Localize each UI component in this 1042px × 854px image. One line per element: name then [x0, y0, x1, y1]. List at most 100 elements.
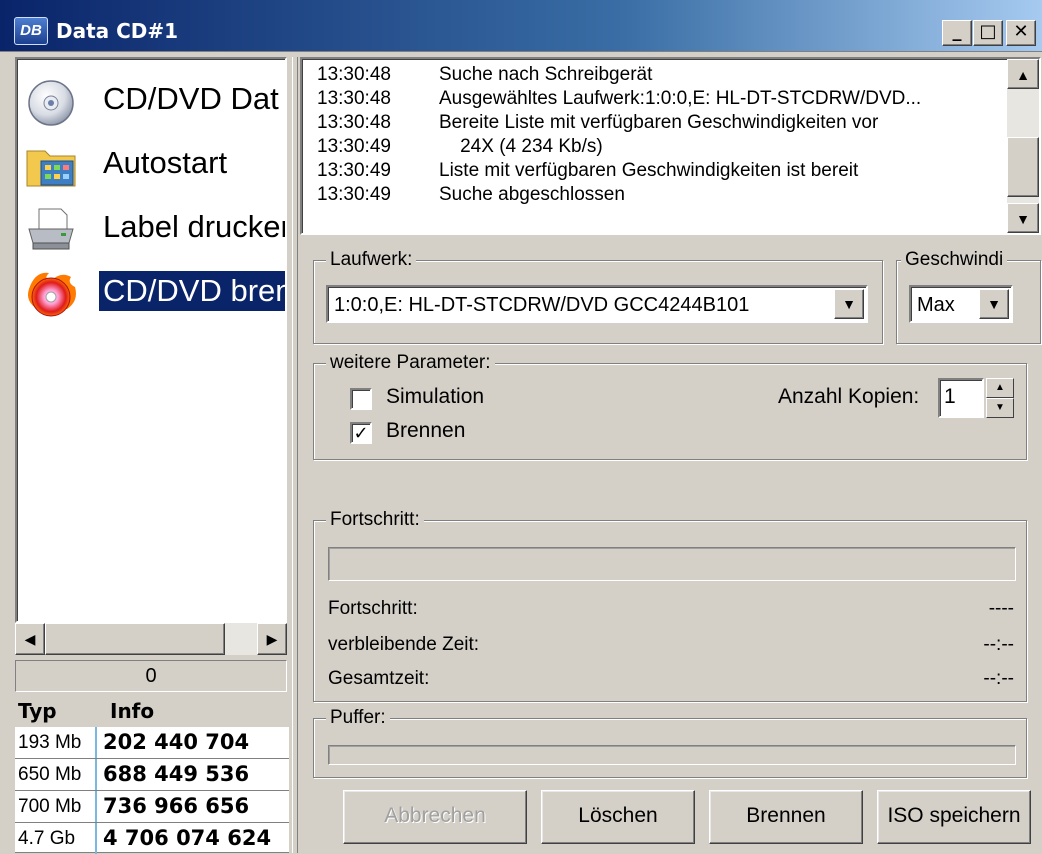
triangle-right-icon: ▶ [266, 631, 278, 647]
log-time: 13:30:49 [317, 160, 391, 181]
progress-row-value: ---- [988, 598, 1014, 619]
project-nav-list[interactable]: CD/DVD Dat Autostart Label drucker CD/DV… [15, 57, 287, 623]
buffer-group: Puffer: [313, 706, 1027, 778]
minimize-button[interactable]: _ [942, 20, 972, 46]
nav-item-label: CD/DVD bren [99, 271, 285, 311]
cell-type: 700 Mb [15, 791, 97, 822]
checkmark-icon: ✓ [353, 423, 369, 443]
log-vertical-scrollbar[interactable]: ▲ ▼ [1007, 59, 1039, 233]
scroll-left-button[interactable]: ◀ [15, 623, 45, 655]
cell-type: 193 Mb [15, 727, 97, 758]
total-time-value: --:-- [983, 668, 1014, 689]
scroll-right-button[interactable]: ▶ [257, 623, 287, 655]
burn-button[interactable]: Brennen [709, 790, 863, 844]
scroll-up-button[interactable]: ▲ [1007, 59, 1039, 89]
title-bar[interactable]: DB Data CD#1 _ □ ✕ [0, 0, 1042, 52]
printer-icon [28, 208, 74, 250]
log-message: 24X (4 234 Kb/s) [439, 136, 603, 157]
progress-group-label: Fortschritt: [326, 508, 424, 532]
drive-select-value: 1:0:0,E: HL-DT-STCDRW/DVD GCC4244B101 [334, 294, 750, 316]
log-message: Bereite Liste mit verfügbaren Geschwindi… [439, 112, 879, 133]
disc-size-table: Typ Info 193 Mb 202 440 704 650 Mb 688 4… [15, 695, 289, 854]
speed-dropdown-button[interactable]: ▼ [979, 289, 1009, 319]
log-time: 13:30:48 [317, 88, 391, 109]
copies-decrement-button[interactable]: ▼ [986, 398, 1014, 418]
simulation-label: Simulation [386, 385, 485, 408]
cell-info: 4 706 074 624 [103, 826, 272, 850]
burn-disc-icon [28, 272, 76, 317]
drive-dropdown-button[interactable]: ▼ [834, 289, 864, 319]
buffer-group-label: Puffer: [326, 706, 390, 730]
panel-splitter[interactable] [292, 57, 298, 853]
log-panel[interactable]: 13:30:48 Suche nach Schreibgerät 13:30:48… [300, 57, 1041, 235]
item-counter: 0 [15, 660, 287, 692]
remaining-time-label: verbleibende Zeit: [328, 634, 480, 655]
nav-item-autostart[interactable]: Autostart [17, 131, 285, 197]
remaining-time-value: --:-- [983, 634, 1014, 655]
window-title: Data CD#1 [56, 19, 179, 43]
cancel-button[interactable]: Abbrechen [343, 790, 527, 844]
progress-group: Fortschritt: Fortschritt: ---- verbleibe… [313, 508, 1027, 702]
copies-increment-button[interactable]: ▲ [986, 378, 1014, 398]
log-time: 13:30:48 [317, 112, 391, 133]
progress-bar [328, 547, 1016, 581]
clear-button[interactable]: Löschen [541, 790, 695, 844]
maximize-icon: □ [979, 21, 997, 42]
speed-select-value: Max [917, 294, 955, 316]
simulation-checkbox[interactable] [350, 388, 372, 410]
total-time-label: Gesamtzeit: [328, 668, 430, 689]
buffer-bar [328, 745, 1016, 765]
burn-checkbox[interactable]: ✓ [350, 422, 372, 444]
log-time: 13:30:49 [317, 184, 391, 205]
scroll-down-button[interactable]: ▼ [1007, 203, 1039, 233]
speed-group-label: Geschwindi [901, 248, 1008, 272]
minimize-icon: _ [952, 21, 962, 42]
cell-type: 650 Mb [15, 759, 97, 790]
nav-item-label-print[interactable]: Label drucker [17, 195, 287, 261]
nav-item-cd-dvd-data[interactable]: CD/DVD Dat [17, 67, 285, 133]
chevron-down-icon: ▼ [842, 296, 856, 312]
nav-item-label: Label drucker [103, 209, 287, 244]
speed-select[interactable]: Max ▼ [909, 285, 1013, 323]
table-row[interactable]: 193 Mb 202 440 704 [15, 727, 289, 759]
save-iso-button[interactable]: ISO speichern [877, 790, 1031, 844]
parameters-group-label: weitere Parameter: [326, 351, 495, 375]
cell-info: 736 966 656 [103, 794, 250, 818]
maximize-button[interactable]: □ [973, 20, 1003, 46]
nav-item-label: CD/DVD Dat [103, 81, 279, 116]
cell-type: 4.7 Gb [15, 823, 97, 854]
burn-label: Brennen [386, 419, 466, 442]
log-message: Ausgewähltes Laufwerk:1:0:0,E: HL-DT-STC… [439, 88, 922, 109]
table-row[interactable]: 4.7 Gb 4 706 074 624 [15, 823, 289, 854]
nav-item-label: Autostart [103, 145, 228, 180]
triangle-down-icon: ▼ [995, 402, 1005, 413]
table-row[interactable]: 700 Mb 736 966 656 [15, 791, 289, 823]
cd-disc-icon [28, 80, 74, 126]
speed-group: Geschwindi Max ▼ [896, 248, 1041, 344]
log-time: 13:30:48 [317, 64, 391, 85]
log-message: Suche nach Schreibgerät [439, 64, 653, 85]
drive-group-label: Laufwerk: [326, 248, 417, 272]
scroll-thumb[interactable] [45, 623, 225, 655]
cell-info: 202 440 704 [103, 730, 250, 754]
drive-group: Laufwerk: 1:0:0,E: HL-DT-STCDRW/DVD GCC4… [313, 248, 883, 344]
log-message: Suche abgeschlossen [439, 184, 625, 205]
cell-info: 688 449 536 [103, 762, 250, 786]
app-icon: DB [14, 17, 48, 45]
drive-select[interactable]: 1:0:0,E: HL-DT-STCDRW/DVD GCC4244B101 ▼ [326, 285, 868, 323]
nav-horizontal-scrollbar[interactable]: ◀ ▶ [15, 623, 287, 655]
triangle-up-icon: ▲ [1016, 67, 1030, 83]
nav-item-cd-dvd-burn[interactable]: CD/DVD bren [17, 259, 285, 325]
copies-label: Anzahl Kopien: [778, 385, 920, 408]
copies-input[interactable]: 1 [938, 378, 984, 418]
folder-icon [26, 150, 76, 187]
close-icon: ✕ [1013, 21, 1029, 42]
progress-row-label: Fortschritt: [328, 598, 418, 619]
table-row[interactable]: 650 Mb 688 449 536 [15, 759, 289, 791]
log-time: 13:30:49 [317, 136, 391, 157]
scroll-thumb[interactable] [1007, 137, 1039, 197]
triangle-left-icon: ◀ [24, 631, 36, 647]
log-message: Liste mit verfügbaren Geschwindigkeiten … [439, 160, 859, 181]
column-header-type: Typ [18, 699, 57, 723]
close-button[interactable]: ✕ [1006, 20, 1036, 46]
